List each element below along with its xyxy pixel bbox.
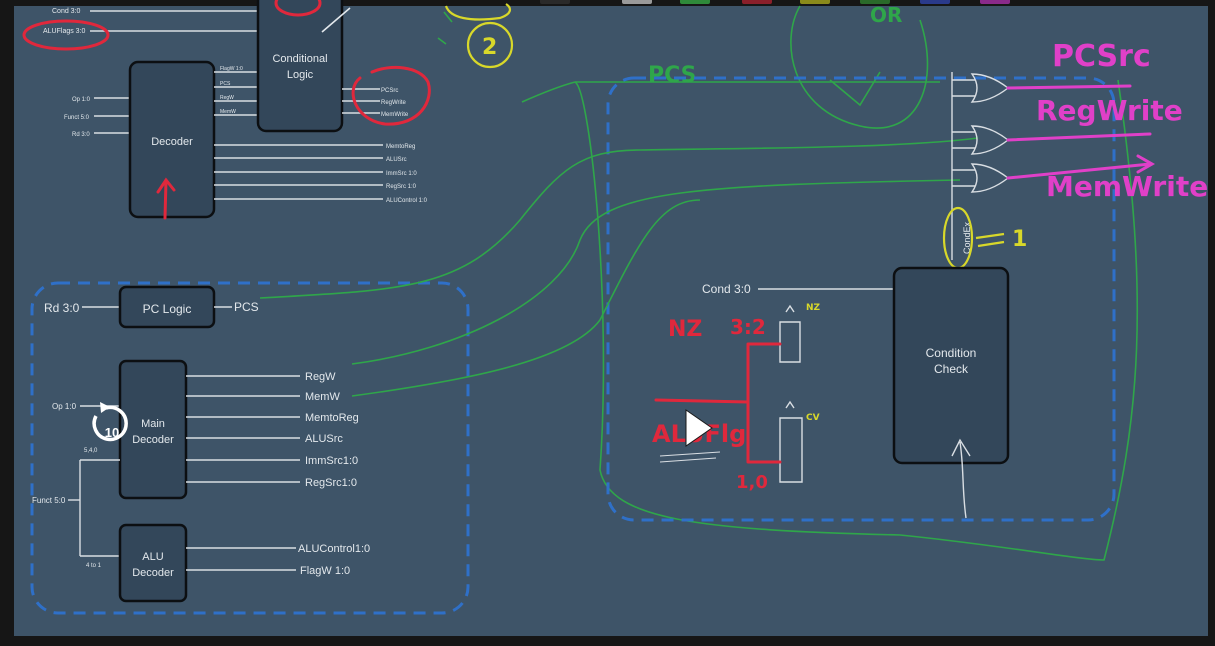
decoder-out-memw: MemW [220,109,236,115]
conditional-logic-label-1: Conditional [272,53,327,65]
decoder-out-flagw: FlagW 1:0 [220,66,243,72]
cond-logic-dashed-boundary [606,76,1116,522]
aluflags-underline [659,451,721,463]
top-decoder-overview: Cond 3:0 ALUFlags 3:0 Op 1:0 Funct 5:0 R… [22,0,431,220]
green-pcs-label: PCS [648,63,697,88]
green-pcs-connection [259,137,979,299]
pcsrc-label: PCSrc [1052,39,1151,74]
logic-out-pcsrc: PCSrc [381,88,398,94]
alu-out-flagw: FlagW 1:0 [300,565,350,577]
circled-number-annotation: 2 [437,3,514,69]
cv-register-label: CV [806,413,820,423]
memwrite-label: MemWrite [1046,170,1208,203]
input-funct-label: Funct 5:0 [64,115,90,121]
input-cond-label: Cond 3:0 [52,8,81,15]
main-out-regsrc: RegSrc1:0 [305,477,357,489]
diagram-svg: Cond 3:0 ALUFlags 3:0 Op 1:0 Funct 5:0 R… [22,0,1208,615]
flag-register-cv [779,417,803,483]
decoder-out-regsrc: RegSrc 1:0 [386,184,417,190]
aluflags-circle [22,19,110,51]
decoder-out-memtoreg: MemtoReg [386,144,415,150]
main-decoder-op-label: Op 1:0 [52,402,77,411]
alu-decoder-label-2: Decoder [132,567,174,579]
pc-logic-output-label: PCS [234,300,259,314]
replay-arrowhead-icon [100,402,110,413]
condition-check-label-1: Condition [926,346,977,360]
decoder-out-pcs: PCS [220,81,231,87]
green-entry-stroke [521,81,576,103]
logic-out-memwrite: MemWrite [381,112,409,118]
main-decoder-label-1: Main [141,418,165,430]
funct-bits-alu: 4 to 1 [86,563,102,569]
top-or-scribble: OR [870,3,902,27]
nz-label: NZ [668,317,702,342]
nz-bits: 3:2 [730,315,766,339]
funct-bits-main: 5,4,0 [84,448,98,454]
green-memw-connection [351,199,701,397]
logic-out-regwrite: RegWrite [381,100,407,106]
pc-logic-label: PC Logic [143,302,192,316]
regwrite-output-line [1006,132,1152,142]
condex-value: 1 [1012,227,1027,252]
green-top-circle [790,5,929,129]
decoder-out-immsrc: ImmSrc 1:0 [386,171,417,177]
main-out-immsrc: ImmSrc1:0 [305,455,358,467]
cv-bits: 1,0 [736,472,768,493]
main-decoder-label-2: Decoder [132,434,174,446]
regwrite-label: RegWrite [1036,94,1183,127]
funct-input-label: Funct 5:0 [32,496,66,505]
main-out-memtoreg: MemtoReg [305,412,359,424]
alu-decoder-block [118,523,188,603]
decoder-out-alusrc: ALUSrc [386,157,407,163]
flag-register-nz [779,321,801,363]
video-frame: Cond 3:0 ALUFlags 3:0 Op 1:0 Funct 5:0 R… [0,0,1215,646]
green-regw-connection [351,179,961,365]
main-out-alusrc: ALUSrc [305,433,343,445]
pc-logic-input-label: Rd 3:0 [44,301,80,315]
cond-input-label: Cond 3:0 [702,282,751,296]
decoder-detail: Rd 3:0 PC Logic PCS Op 1:0 Main Decoder … [30,281,470,615]
circled-number: 2 [482,35,497,60]
conditional-logic-block [256,0,344,133]
replay-seconds-label: 10 [105,425,119,440]
main-out-regw: RegW [305,371,336,383]
yellow-scribble [444,3,511,21]
condition-check-label-2: Check [934,362,969,376]
input-op-label: Op 1:0 [72,97,91,103]
pcsrc-output-line [1006,84,1132,90]
input-rd-label: Rd 3:0 [72,132,90,138]
alu-out-alucontrol: ALUControl1:0 [298,543,370,555]
condition-check-arrow [951,438,971,519]
decoder-label: Decoder [151,136,193,148]
conditional-logic-label-2: Logic [287,69,314,81]
condex-equals [975,232,1005,248]
green-hand-boundary [574,79,1139,561]
input-aluflags-label: ALUFlags 3:0 [43,28,86,35]
nz-register-label: NZ [806,303,821,313]
or-gate-memwrite [952,163,1010,193]
alu-decoder-label-1: ALU [142,551,163,563]
decoder-out-alucontrol: ALUControl 1:0 [386,198,428,204]
decoder-out-regw: RegW [220,95,234,101]
green-ticks [437,11,453,45]
main-out-memw: MemW [305,391,340,403]
